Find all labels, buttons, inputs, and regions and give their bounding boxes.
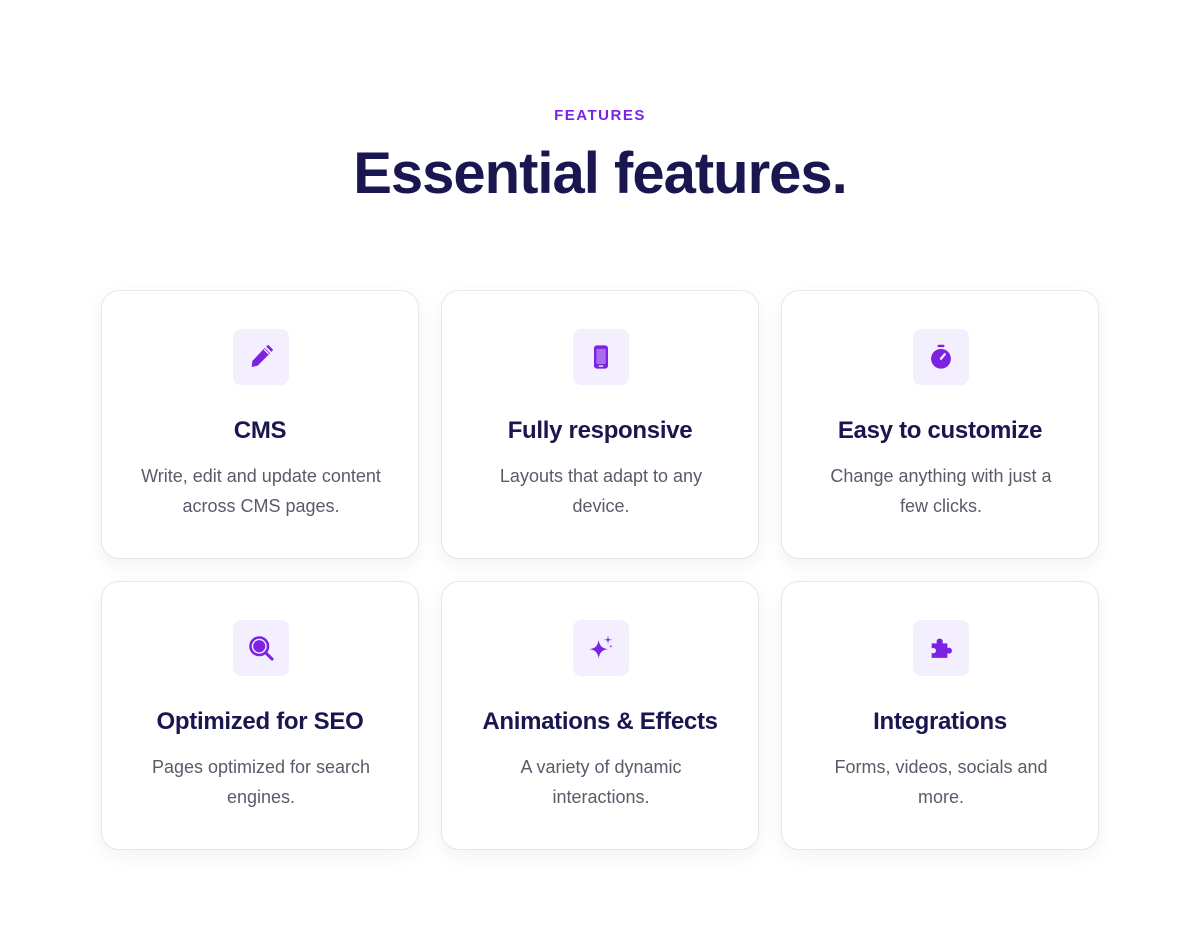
feature-title: Easy to customize: [837, 417, 1043, 444]
feature-title: Animations & Effects: [482, 708, 718, 735]
puzzle-piece-icon: [913, 620, 969, 676]
feature-card-integrations: Integrations Forms, videos, socials and …: [781, 581, 1099, 850]
pencil-icon: [233, 329, 289, 385]
features-section: FEATURES Essential features. CMS Write, …: [0, 0, 1200, 950]
feature-description: A variety of dynamic interactions.: [520, 757, 682, 807]
feature-description: Forms, videos, socials and more.: [834, 757, 1048, 807]
section-title: Essential features.: [353, 141, 848, 206]
features-grid: CMS Write, edit and update content acros…: [101, 290, 1099, 850]
feature-description: Layouts that adapt to any device.: [499, 466, 703, 516]
section-eyebrow: FEATURES: [554, 107, 646, 124]
feature-title: Integrations: [873, 708, 1007, 735]
feature-description: Pages optimized for search engines.: [151, 757, 371, 807]
feature-title: Fully responsive: [507, 417, 693, 444]
feature-description: Change anything with just a few clicks.: [830, 466, 1052, 516]
sparkles-icon: [573, 620, 629, 676]
feature-card-seo: Optimized for SEO Pages optimized for se…: [101, 581, 419, 850]
stopwatch-icon: [913, 329, 969, 385]
feature-title: CMS: [233, 417, 287, 444]
feature-card-customize: Easy to customize Change anything with j…: [781, 290, 1099, 559]
mobile-phone-icon: [573, 329, 629, 385]
feature-card-cms: CMS Write, edit and update content acros…: [101, 290, 419, 559]
feature-card-animations: Animations & Effects A variety of dynami…: [441, 581, 759, 850]
feature-card-responsive: Fully responsive Layouts that adapt to a…: [441, 290, 759, 559]
magnifier-icon: [233, 620, 289, 676]
feature-title: Optimized for SEO: [156, 708, 364, 735]
feature-description: Write, edit and update content across CM…: [141, 466, 381, 516]
